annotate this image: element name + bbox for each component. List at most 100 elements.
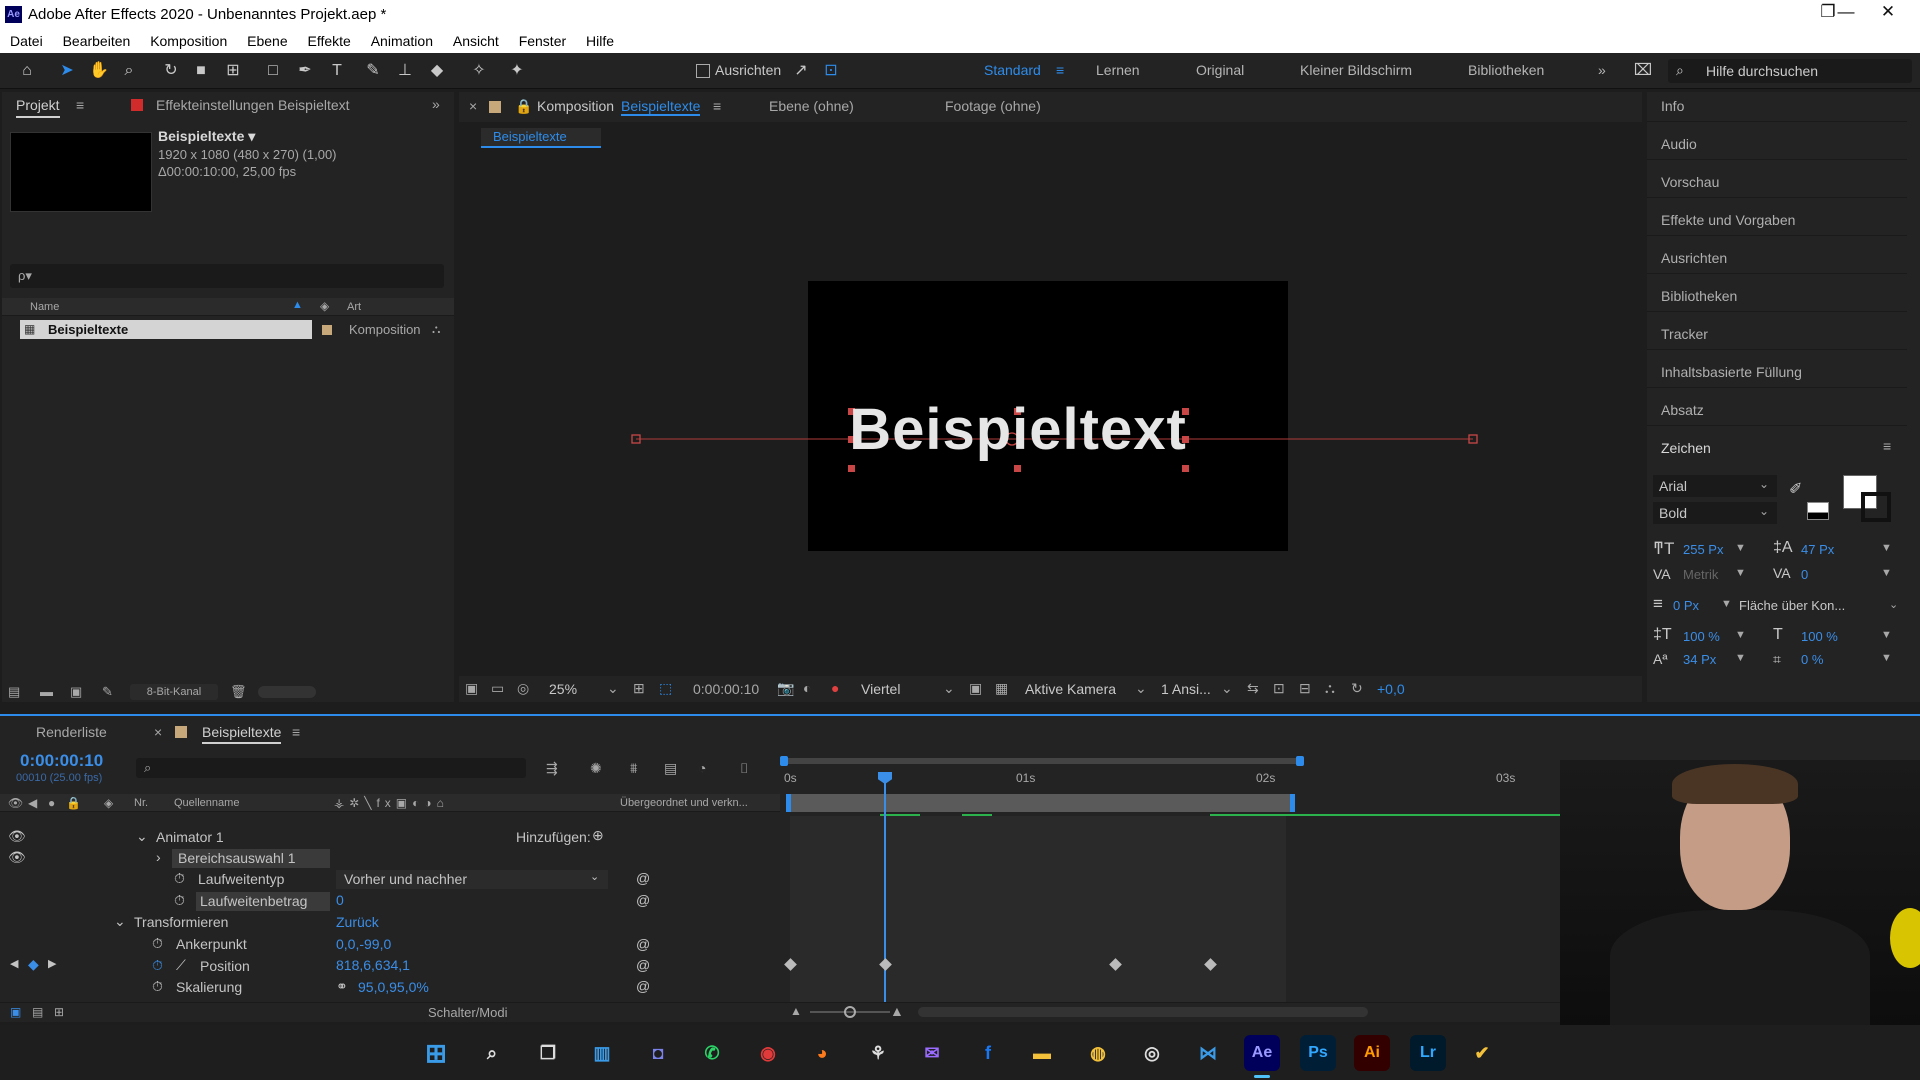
timeline-menu-icon[interactable]: ≡ [292,724,300,740]
tab-renderliste[interactable]: Renderliste [36,724,107,740]
in-out-icon[interactable]: ⊞ [54,1005,64,1019]
workspace-lernen[interactable]: Lernen [1096,62,1140,78]
task-view-icon[interactable]: ❐ [530,1035,566,1071]
graph-icon[interactable]: ⟋ [176,957,186,974]
horizontal-scale-chevron-icon[interactable]: ▼ [1881,629,1892,641]
flowchart-icon[interactable]: ⛬ [432,322,440,337]
reset-exposure-icon[interactable]: ↻ [1351,680,1363,697]
shy-layers-icon[interactable]: ⩩ [630,760,637,777]
workspace-menu-icon[interactable]: ≡ [1056,62,1064,78]
interpret-footage-icon[interactable]: ▤ [8,684,20,700]
home-icon[interactable]: ⌂ [16,60,38,82]
laufweitenbetrag-value[interactable]: 0 [336,892,344,908]
work-area-bar[interactable] [780,758,1300,764]
row-laufweitentyp[interactable]: Laufweitentyp [198,871,284,887]
fit-icon[interactable]: ⊞ [633,680,645,697]
eraser-tool-icon[interactable]: ◆ [426,60,448,82]
menu-animation[interactable]: Animation [361,29,433,49]
windows-start-icon[interactable]: ⊞ [418,1035,454,1071]
transform-expand-icon[interactable]: ⌄ [114,913,126,930]
workspace-original[interactable]: Original [1196,62,1244,78]
menu-datei[interactable]: Datei [0,29,43,49]
snapshot-icon[interactable]: 📷 [777,680,794,697]
panel-audio[interactable]: Audio [1661,136,1697,152]
camera-dropdown[interactable]: Aktive Kamera [1025,681,1116,697]
expression-icon-4[interactable]: @ [636,957,650,973]
widgets-icon[interactable]: ▥ [584,1035,620,1071]
3d-glasses-icon[interactable]: ◎ [517,680,529,697]
roto-brush-tool-icon[interactable]: ✧ [468,60,490,82]
exposure-value[interactable]: +0,0 [1377,681,1405,697]
stroke-color-swatch[interactable] [1861,492,1891,522]
position-value[interactable]: 818,6,634,1 [336,957,410,973]
close-timeline-tab-icon[interactable]: × [154,724,162,740]
baseline-chevron-icon[interactable]: ▼ [1735,652,1746,664]
timeline-zoom-handle[interactable] [844,1006,856,1018]
expression-icon-2[interactable]: @ [636,892,650,908]
show-snapshot-icon[interactable]: ◐ [803,680,811,696]
expression-icon-3[interactable]: @ [636,936,650,952]
new-comp-icon[interactable]: ▣ [70,684,82,700]
lightroom-icon[interactable]: Lr [1410,1035,1446,1071]
range-expand-icon[interactable]: › [156,849,161,865]
resolution-dropdown[interactable]: Viertel [861,681,900,697]
file-explorer-icon[interactable]: ▬ [1024,1035,1060,1071]
leading-value[interactable]: 47 Px [1801,542,1834,557]
constrain-link-icon[interactable]: ⚭ [336,978,348,995]
panel-overflow-icon[interactable]: » [432,96,440,112]
audio-column-icon[interactable]: ◀ [28,796,37,810]
zoom-tool-icon[interactable]: ⌕ [118,60,140,82]
kerning-value[interactable]: Metrik [1683,567,1718,582]
tracking-chevron-icon[interactable]: ▼ [1881,567,1892,579]
after-effects-icon[interactable]: Ae [1244,1035,1280,1071]
tsume-chevron-icon[interactable]: ▼ [1881,652,1892,664]
panel-tracker[interactable]: Tracker [1661,326,1708,342]
panel-ausrichten[interactable]: Ausrichten [1661,250,1727,266]
new-folder-icon[interactable]: ▬ [40,684,53,699]
transparency-grid-icon[interactable]: ▦ [995,680,1008,697]
stopwatch-icon[interactable]: ⏱ [152,935,163,952]
adjust-icon[interactable]: ✎ [102,684,113,700]
reset-link[interactable]: Zurück [336,914,379,930]
row-animator[interactable]: Animator 1 [156,829,224,845]
eyedropper-icon[interactable]: ✐ [1789,479,1802,499]
menu-hilfe[interactable]: Hilfe [576,29,614,49]
horizontal-scale-value[interactable]: 100 % [1801,629,1838,644]
zoom-chevron-icon[interactable]: ⌄ [607,680,619,697]
workspace-overflow-icon[interactable]: » [1598,62,1606,78]
tsume-value[interactable]: 0 % [1801,652,1823,667]
ankerpunkt-value[interactable]: 0,0,-99,0 [336,936,391,952]
add-keyframe-icon[interactable]: ◆ [28,956,39,973]
color-channels-icon[interactable]: ● [831,680,839,696]
panel-absatz[interactable]: Absatz [1661,402,1704,418]
vertical-scale-value[interactable]: 100 % [1683,629,1720,644]
camera-app-icon[interactable]: ◉ [750,1035,786,1071]
firefox-icon[interactable]: ◕ [804,1035,840,1071]
photoshop-icon[interactable]: Ps [1300,1035,1336,1071]
motion-blur-icon[interactable]: ◔ [698,760,706,776]
puppet-tool-icon[interactable]: ✦ [506,60,528,82]
graph-editor-icon[interactable]: ⌷ [740,760,748,777]
stroke-mode-select[interactable]: Fläche über Kon... [1739,598,1845,613]
expression-icon-5[interactable]: @ [636,978,650,994]
zeichen-menu-icon[interactable]: ≡ [1883,438,1891,454]
stroke-width-value[interactable]: 0 Px [1673,598,1699,613]
panel-bibliotheken[interactable]: Bibliotheken [1661,288,1737,304]
zoom-dropdown[interactable]: 25% [549,681,577,697]
playhead-handle[interactable] [878,772,892,784]
menu-effekte[interactable]: Effekte [298,29,351,49]
expression-icon-1[interactable]: @ [636,870,650,886]
label-col-icon[interactable]: ◈ [320,299,329,313]
menu-bearbeiten[interactable]: Bearbeiten [53,29,131,49]
rectangle-tool-icon[interactable]: □ [262,60,284,82]
search-icon[interactable]: ⌕ [474,1035,510,1071]
sort-arrow-icon[interactable]: ▲ [292,299,303,311]
col-nr[interactable]: Nr. [134,797,148,809]
panel-vorschau[interactable]: Vorschau [1661,174,1719,190]
pen-tool-icon[interactable]: ✒ [294,60,316,82]
pan-behind-tool-icon[interactable]: ⊞ [222,60,244,82]
hand-tool-icon[interactable]: ✋ [88,60,110,82]
lock-column-icon[interactable]: 🔒 [66,796,81,810]
always-preview-icon[interactable]: ▣ [465,680,478,697]
teams-icon[interactable]: ◘ [640,1035,676,1071]
